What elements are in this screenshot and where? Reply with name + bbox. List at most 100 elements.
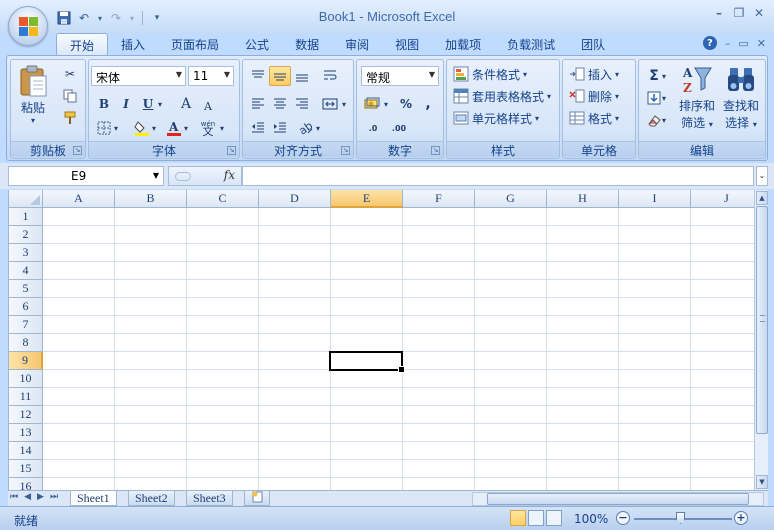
row-header[interactable]: 6 <box>9 298 43 316</box>
ribbon-minimize-icon[interactable]: – <box>725 37 731 50</box>
phonetic-dropdown-icon[interactable]: ▾ <box>217 118 227 138</box>
scroll-up-icon[interactable]: ▲ <box>756 191 768 205</box>
fill-dropdown-icon[interactable]: ▾ <box>659 88 669 108</box>
column-header-c[interactable]: C <box>187 190 259 208</box>
wrap-text-icon[interactable] <box>319 66 341 86</box>
align-right-icon[interactable] <box>291 94 313 114</box>
column-header-i[interactable]: I <box>619 190 691 208</box>
paste-dropdown-icon[interactable]: ▾ <box>15 116 51 125</box>
horizontal-scrollbar[interactable] <box>472 492 764 506</box>
clear-dropdown-icon[interactable]: ▾ <box>659 110 669 130</box>
zoom-level[interactable]: 100% <box>574 512 608 526</box>
grow-font-button[interactable]: A <box>175 94 197 114</box>
minimize-icon[interactable]: – <box>712 6 726 20</box>
tab-page-layout[interactable]: 页面布局 <box>158 33 232 55</box>
phonetic-guide-icon[interactable]: wén 文 <box>197 118 219 138</box>
tab-load-test[interactable]: 负载测试 <box>494 33 568 55</box>
row-header[interactable]: 7 <box>9 316 43 334</box>
column-header-d[interactable]: D <box>259 190 331 208</box>
fill-color-dropdown-icon[interactable]: ▾ <box>149 118 159 138</box>
last-sheet-icon[interactable]: ⏭ <box>50 492 58 502</box>
bold-button[interactable]: B <box>93 94 115 114</box>
format-cells-button[interactable]: 格式 ▾ <box>569 108 619 128</box>
alignment-launcher-icon[interactable]: ↘ <box>341 146 350 155</box>
column-header-b[interactable]: B <box>115 190 187 208</box>
column-header-e[interactable]: E <box>331 190 403 208</box>
decrease-indent-icon[interactable] <box>247 118 269 138</box>
increase-indent-icon[interactable] <box>269 118 291 138</box>
formula-input[interactable] <box>242 166 754 186</box>
autosum-dropdown-icon[interactable]: ▾ <box>659 66 669 86</box>
row-header[interactable]: 16 <box>9 478 43 490</box>
row-header[interactable]: 1 <box>9 208 43 226</box>
next-sheet-icon[interactable]: ▶ <box>37 492 44 502</box>
merge-center-icon[interactable] <box>319 94 341 114</box>
sort-filter-button[interactable]: AZ 排序和 筛选 ▾ <box>677 64 717 131</box>
sheet-tab-3[interactable]: Sheet3 <box>186 491 233 506</box>
name-box[interactable]: E9 ▼ <box>8 166 164 186</box>
cut-icon[interactable]: ✂ <box>59 64 81 84</box>
format-painter-icon[interactable] <box>59 108 81 128</box>
row-header[interactable]: 3 <box>9 244 43 262</box>
sheet-tab-2[interactable]: Sheet2 <box>128 491 175 506</box>
row-header[interactable]: 2 <box>9 226 43 244</box>
insert-sheet-button[interactable] <box>244 491 270 506</box>
zoom-in-icon[interactable]: + <box>734 511 748 525</box>
row-header[interactable]: 14 <box>9 442 43 460</box>
tab-addins[interactable]: 加载项 <box>432 33 494 55</box>
number-launcher-icon[interactable]: ↘ <box>431 146 440 155</box>
clipboard-launcher-icon[interactable]: ↘ <box>73 146 82 155</box>
zoom-slider-thumb[interactable] <box>676 512 685 524</box>
align-top-icon[interactable] <box>247 66 269 86</box>
row-header[interactable]: 15 <box>9 460 43 478</box>
orientation-dropdown-icon[interactable]: ▾ <box>313 118 323 138</box>
font-launcher-icon[interactable]: ↘ <box>227 146 236 155</box>
first-sheet-icon[interactable]: ⏮ <box>10 492 18 502</box>
help-icon[interactable]: ? <box>702 36 717 50</box>
tab-formulas[interactable]: 公式 <box>232 33 282 55</box>
borders-dropdown-icon[interactable]: ▾ <box>111 118 121 138</box>
insert-cells-button[interactable]: 插入 ▾ <box>569 64 619 84</box>
align-center-icon[interactable] <box>269 94 291 114</box>
tab-home[interactable]: 开始 <box>56 33 109 55</box>
close-icon[interactable]: ✕ <box>752 6 766 20</box>
column-header-f[interactable]: F <box>403 190 475 208</box>
restore-icon[interactable]: ❐ <box>732 6 746 20</box>
cell-styles-button[interactable]: 单元格样式 ▾ <box>453 108 539 128</box>
zoom-out-icon[interactable]: − <box>616 511 630 525</box>
column-header-h[interactable]: H <box>547 190 619 208</box>
delete-cells-button[interactable]: 删除 ▾ <box>569 86 619 106</box>
row-header-selected[interactable]: 9 <box>9 352 43 370</box>
row-header[interactable]: 10 <box>9 370 43 388</box>
horizontal-scroll-thumb[interactable] <box>487 493 749 505</box>
tab-view[interactable]: 视图 <box>382 33 432 55</box>
active-cell[interactable] <box>329 351 405 373</box>
insert-function-icon[interactable]: fx <box>224 168 235 182</box>
row-header[interactable]: 13 <box>9 424 43 442</box>
tab-team[interactable]: 团队 <box>568 33 618 55</box>
scroll-down-icon[interactable]: ▼ <box>756 475 768 489</box>
find-select-button[interactable]: 查找和 选择 ▾ <box>721 64 761 131</box>
cell-area[interactable] <box>43 208 754 490</box>
align-bottom-icon[interactable] <box>291 66 313 86</box>
tab-data[interactable]: 数据 <box>282 33 332 55</box>
row-header[interactable]: 8 <box>9 334 43 352</box>
align-left-icon[interactable] <box>247 94 269 114</box>
page-layout-view-icon[interactable] <box>528 510 544 526</box>
conditional-formatting-button[interactable]: 条件格式 ▾ <box>453 64 527 84</box>
formula-bar-splitter[interactable] <box>175 172 191 181</box>
row-header[interactable]: 4 <box>9 262 43 280</box>
page-break-preview-icon[interactable] <box>546 510 562 526</box>
office-button[interactable] <box>8 6 48 46</box>
copy-icon[interactable] <box>59 86 81 106</box>
row-header[interactable]: 12 <box>9 406 43 424</box>
ribbon-restore-icon[interactable]: ▭ <box>738 37 748 50</box>
expand-formula-bar-icon[interactable]: ⌄ <box>756 166 768 186</box>
column-header-g[interactable]: G <box>475 190 547 208</box>
column-header-j[interactable]: J <box>691 190 754 208</box>
merge-dropdown-icon[interactable]: ▾ <box>339 94 349 114</box>
comma-button[interactable]: , <box>417 94 439 114</box>
accounting-dropdown-icon[interactable]: ▾ <box>381 94 391 114</box>
ribbon-close-icon[interactable]: ✕ <box>757 37 766 50</box>
select-all-button[interactable] <box>9 190 43 208</box>
